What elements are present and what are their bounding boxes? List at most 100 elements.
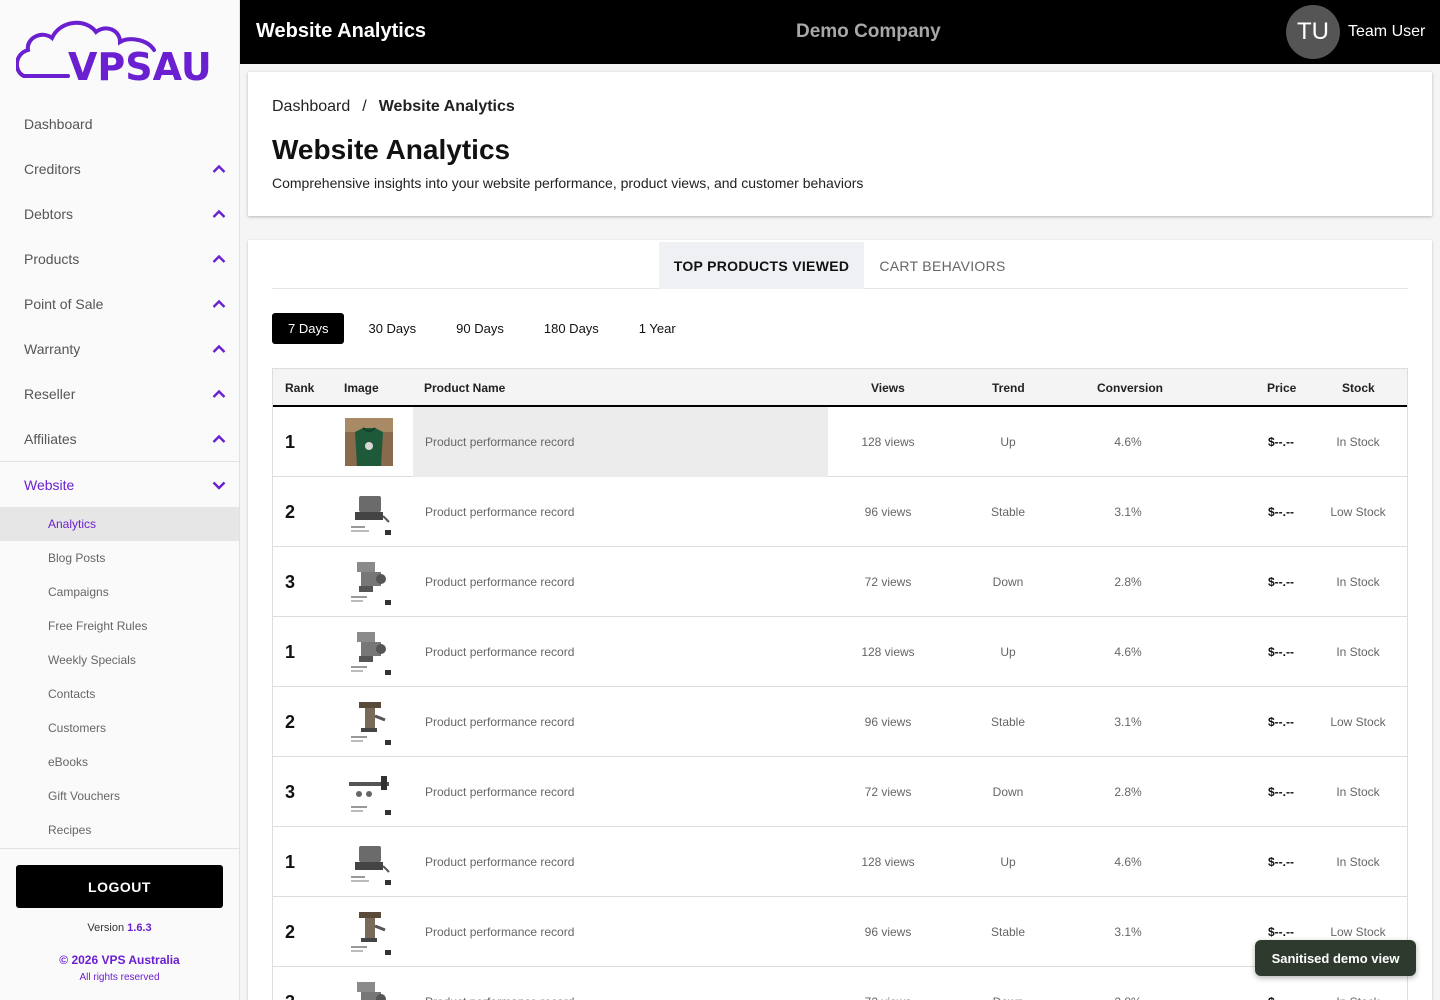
product-image[interactable] bbox=[345, 757, 393, 827]
trend-cell: Down bbox=[992, 785, 1024, 799]
column-header-conversion: Conversion bbox=[1097, 381, 1164, 395]
sidebar-subitem-customers[interactable]: Customers bbox=[0, 711, 239, 745]
sidebar-item-dashboard[interactable]: Dashboard bbox=[0, 101, 239, 146]
breadcrumb-dashboard[interactable]: Dashboard bbox=[272, 98, 350, 116]
product-name-cell[interactable]: Product performance record bbox=[413, 477, 828, 547]
views-cell: 128 views bbox=[861, 645, 915, 659]
tab-bar: TOP PRODUCTS VIEWED CART BEHAVIORS bbox=[272, 242, 1408, 289]
table-row[interactable]: 2 Product performance record 96 views Stabl… bbox=[273, 477, 1407, 547]
conversion-cell: 3.1% bbox=[1114, 925, 1142, 939]
chevron-up-icon bbox=[211, 431, 227, 447]
product-image[interactable] bbox=[345, 967, 393, 1000]
sidebar-subitem-free-freight-rules[interactable]: Free Freight Rules bbox=[0, 609, 239, 643]
table-row[interactable]: 1 Product performance record 128 views Up 4.… bbox=[273, 617, 1407, 687]
column-header-trend: Trend bbox=[992, 381, 1025, 395]
product-name-cell[interactable]: Product performance record bbox=[413, 757, 828, 827]
sidebar-subitem-weekly-specials[interactable]: Weekly Specials bbox=[0, 643, 239, 677]
chevron-up-icon bbox=[211, 296, 227, 312]
range-7-days[interactable]: 7 Days bbox=[272, 313, 345, 344]
sidebar-item-reseller[interactable]: Reseller bbox=[0, 371, 239, 416]
tab-top-products-viewed[interactable]: TOP PRODUCTS VIEWED bbox=[659, 242, 864, 289]
sidebar-subitem-blog-posts[interactable]: Blog Posts bbox=[0, 541, 239, 575]
trend-cell: Up bbox=[1000, 435, 1016, 449]
product-image[interactable] bbox=[345, 407, 393, 477]
sidebar-subitem-analytics[interactable]: Analytics bbox=[0, 507, 239, 541]
tab-cart-behaviors[interactable]: CART BEHAVIORS bbox=[864, 242, 1021, 289]
stock-cell: In Stock bbox=[1336, 575, 1380, 589]
logout-button[interactable]: LOGOUT bbox=[16, 865, 223, 908]
svg-text:VPSAU: VPSAU bbox=[68, 45, 212, 84]
demo-toast: Sanitised demo view bbox=[1255, 940, 1416, 976]
trend-cell: Up bbox=[1000, 855, 1016, 869]
sidebar-subitem-campaigns[interactable]: Campaigns bbox=[0, 575, 239, 609]
range-1-year[interactable]: 1 Year bbox=[639, 313, 676, 344]
sidebar-item-label: Dashboard bbox=[24, 115, 93, 132]
sidebar-subitem-gift-vouchers[interactable]: Gift Vouchers bbox=[0, 779, 239, 813]
sidebar-subitem-contacts[interactable]: Contacts bbox=[0, 677, 239, 711]
chevron-up-icon bbox=[211, 251, 227, 267]
views-cell: 96 views bbox=[864, 715, 912, 729]
table-row[interactable]: 3Product performance record72 viewsDown2… bbox=[273, 757, 1407, 827]
rank-cell: 1 bbox=[285, 641, 296, 662]
product-name-cell[interactable]: Product performance record bbox=[413, 407, 828, 477]
sidebar-item-label: Website bbox=[24, 476, 75, 493]
range-30-days[interactable]: 30 Days bbox=[368, 313, 416, 344]
sidebar-item-affiliates[interactable]: Affiliates bbox=[0, 416, 239, 461]
avatar[interactable]: TU bbox=[1286, 5, 1340, 59]
table-header: Rank Image Product Name Views Trend Conv… bbox=[273, 369, 1407, 407]
sidebar-item-website[interactable]: Website bbox=[0, 461, 239, 507]
sidebar-item-point-of-sale[interactable]: Point of Sale bbox=[0, 281, 239, 326]
copyright: © 2026 VPS Australia bbox=[59, 953, 180, 967]
views-cell: 72 views bbox=[864, 785, 912, 799]
sidebar-item-warranty[interactable]: Warranty bbox=[0, 326, 239, 371]
rank-cell: 1 bbox=[285, 431, 296, 452]
sidebar-subitem-recipes[interactable]: Recipes bbox=[0, 813, 239, 847]
conversion-cell: 3.1% bbox=[1114, 505, 1142, 519]
chevron-up-icon bbox=[211, 386, 227, 402]
product-image[interactable] bbox=[345, 547, 393, 617]
stock-cell: In Stock bbox=[1336, 785, 1380, 799]
column-header-image: Image bbox=[344, 381, 379, 395]
top-bar-title: Website Analytics bbox=[256, 20, 427, 42]
sidebar-item-products[interactable]: Products bbox=[0, 236, 239, 281]
price-cell: $--.-- bbox=[1268, 785, 1294, 799]
conversion-cell: 4.6% bbox=[1114, 645, 1142, 659]
vpsau-logo[interactable]: VPSAU bbox=[0, 0, 239, 100]
column-header-stock: Stock bbox=[1342, 381, 1375, 395]
date-range-selector: 7 Days 30 Days 90 Days 180 Days 1 Year bbox=[272, 313, 676, 344]
views-cell: 96 views bbox=[864, 925, 912, 939]
product-name-cell[interactable]: Product performance record bbox=[413, 967, 828, 1000]
rank-cell: 2 bbox=[285, 711, 296, 732]
sidebar-item-creditors[interactable]: Creditors bbox=[0, 146, 239, 191]
range-90-days[interactable]: 90 Days bbox=[456, 313, 504, 344]
column-header-rank: Rank bbox=[285, 381, 315, 395]
price-cell: $--.-- bbox=[1268, 715, 1294, 729]
table-row[interactable]: 3Product performance record72 viewsDown2… bbox=[273, 547, 1407, 617]
chevron-up-icon bbox=[211, 341, 227, 357]
product-name-cell[interactable]: Product performance record bbox=[413, 687, 828, 757]
product-image[interactable] bbox=[345, 687, 393, 757]
product-name-cell[interactable]: Product performance record bbox=[413, 827, 828, 897]
table-row[interactable]: 2 Product performance record 96 views Stabl… bbox=[273, 897, 1407, 967]
stock-cell: Low Stock bbox=[1330, 505, 1386, 519]
product-image[interactable] bbox=[345, 617, 393, 687]
chevron-down-icon bbox=[211, 477, 227, 493]
product-image[interactable] bbox=[345, 477, 393, 547]
product-image[interactable] bbox=[345, 897, 393, 967]
user-name[interactable]: Team User bbox=[1348, 23, 1425, 41]
sidebar-subitem-ebooks[interactable]: eBooks bbox=[0, 745, 239, 779]
range-180-days[interactable]: 180 Days bbox=[544, 313, 599, 344]
product-name-cell[interactable]: Product performance record bbox=[413, 547, 828, 617]
product-name-cell[interactable]: Product performance record bbox=[413, 897, 828, 967]
product-name-cell[interactable]: Product performance record bbox=[413, 617, 828, 687]
table-row[interactable]: 1 Product performance record 128 views Up 4.… bbox=[273, 407, 1407, 477]
price-cell: $--.-- bbox=[1268, 435, 1294, 449]
views-cell: 128 views bbox=[861, 435, 915, 449]
product-image[interactable] bbox=[345, 827, 393, 897]
table-row[interactable]: 1 Product performance record 128 views Up 4.… bbox=[273, 827, 1407, 897]
table-row[interactable]: 2 Product performance record 96 views Stabl… bbox=[273, 687, 1407, 757]
sidebar-item-debtors[interactable]: Debtors bbox=[0, 191, 239, 236]
page-header: Dashboard / Website Analytics Website An… bbox=[248, 72, 1432, 216]
chevron-up-icon bbox=[211, 161, 227, 177]
table-row[interactable]: 3Product performance record72 viewsDown2… bbox=[273, 967, 1407, 1000]
